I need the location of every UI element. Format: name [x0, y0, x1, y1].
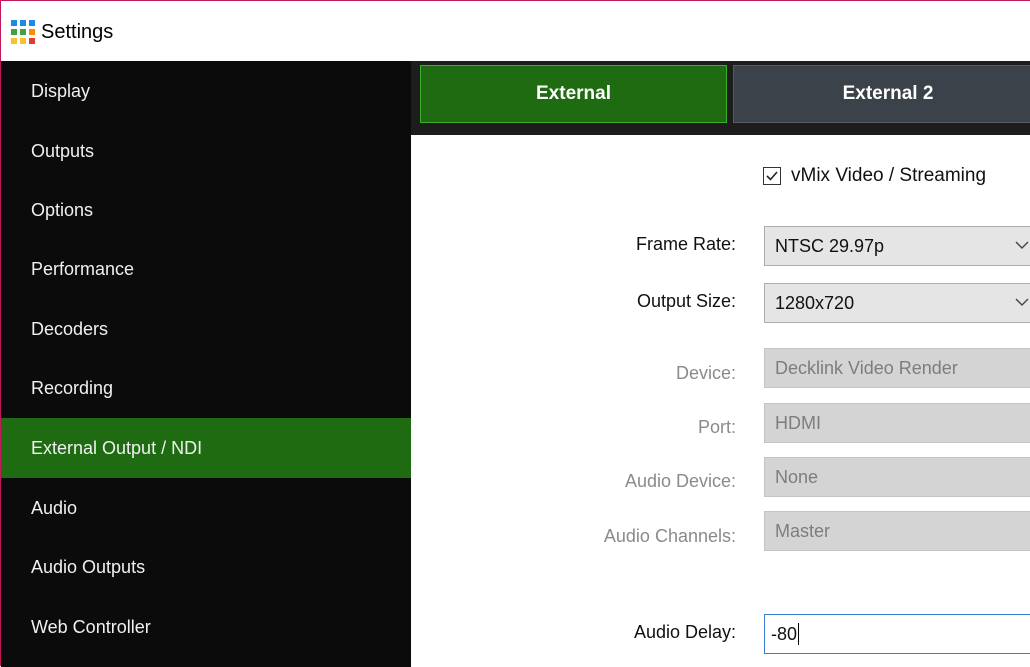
audio-delay-input[interactable]: -80 — [764, 614, 1030, 654]
vmix-grid-icon — [11, 20, 35, 44]
sidebar-item-recording[interactable]: Recording — [1, 358, 411, 418]
sidebar-item-web-controller[interactable]: Web Controller — [1, 597, 411, 657]
checkmark-icon — [766, 171, 778, 181]
tab-bar: External External 2 — [411, 61, 1030, 135]
audio-device-select: None — [764, 457, 1030, 497]
sidebar-item-audio-outputs[interactable]: Audio Outputs — [1, 537, 411, 597]
audio-delay-label: Audio Delay: — [633, 622, 736, 642]
chevron-down-icon — [1015, 298, 1029, 306]
sidebar-item-decoders[interactable]: Decoders — [1, 299, 411, 359]
vmix-video-streaming-option[interactable]: vMix Video / Streaming — [763, 165, 986, 187]
tab-external-2[interactable]: External 2 — [733, 65, 1030, 123]
device-label: Device: — [675, 363, 736, 383]
port-select: HDMI — [764, 403, 1030, 443]
title-bar: Settings — [1, 1, 1030, 61]
audio-device-label: Audio Device: — [624, 471, 736, 491]
frame-rate-label: Frame Rate: — [635, 234, 736, 254]
output-size-label: Output Size: — [636, 291, 736, 311]
sidebar-item-options[interactable]: Options — [1, 180, 411, 240]
vmix-video-streaming-label: vMix Video / Streaming — [791, 165, 987, 186]
sidebar-item-audio[interactable]: Audio — [1, 478, 411, 538]
frame-rate-value: NTSC 29.97p — [775, 235, 885, 256]
tab-external[interactable]: External — [420, 65, 727, 123]
port-label: Port: — [697, 417, 736, 437]
device-select: Decklink Video Render — [764, 348, 1030, 388]
audio-device-value: None — [775, 466, 819, 487]
port-value: HDMI — [775, 412, 821, 433]
output-size-value: 1280x720 — [775, 292, 855, 313]
text-caret — [798, 623, 800, 645]
sidebar-item-display[interactable]: Display — [1, 61, 411, 121]
audio-channels-value: Master — [775, 520, 831, 541]
output-size-select[interactable]: 1280x720 — [764, 283, 1030, 323]
vmix-video-streaming-checkbox[interactable] — [763, 167, 781, 185]
settings-window: Settings Display Outputs Options Perform… — [0, 0, 1030, 667]
sidebar-item-outputs[interactable]: Outputs — [1, 121, 411, 181]
audio-channels-label: Audio Channels: — [603, 526, 736, 546]
audio-delay-value: -80 — [771, 623, 798, 644]
sidebar-item-performance[interactable]: Performance — [1, 239, 411, 299]
chevron-down-icon — [1015, 241, 1029, 249]
device-value: Decklink Video Render — [775, 357, 958, 378]
sidebar: Display Outputs Options Performance Deco… — [1, 61, 411, 667]
settings-panel: vMix Video / Streaming Frame Rate: NTSC … — [411, 135, 1030, 667]
window-title: Settings — [41, 21, 114, 43]
frame-rate-select[interactable]: NTSC 29.97p — [764, 226, 1030, 266]
audio-channels-select: Master — [764, 511, 1030, 551]
sidebar-item-external-output-ndi[interactable]: External Output / NDI — [1, 418, 411, 478]
